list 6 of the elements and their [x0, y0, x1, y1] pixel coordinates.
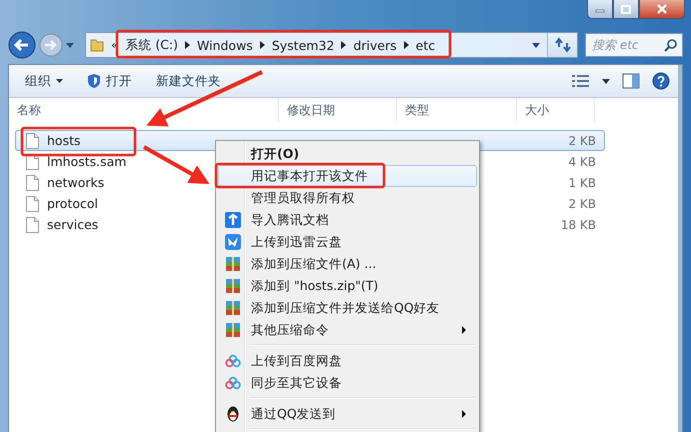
file-name: hosts	[47, 133, 80, 148]
size-cell: 4 KB	[568, 154, 596, 168]
size-cell: 2 KB	[568, 196, 596, 210]
size-cell: 2 KB	[568, 134, 596, 148]
size-cell: 18 KB	[560, 218, 596, 232]
size-cell: 1 KB	[568, 176, 596, 190]
